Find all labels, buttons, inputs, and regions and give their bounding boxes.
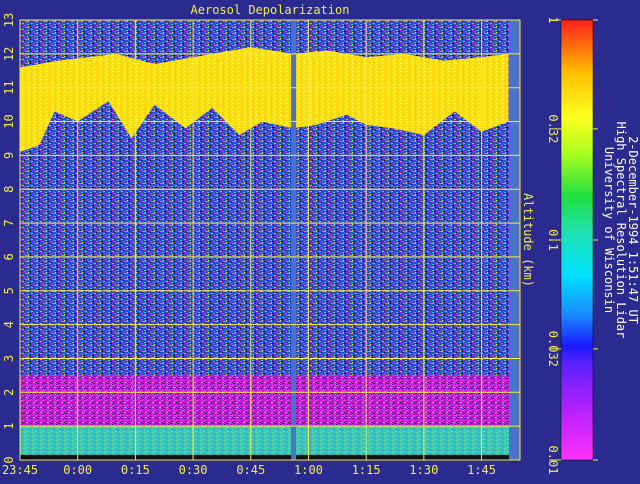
end-of-data-band	[509, 20, 520, 460]
x-tick-label: 23:45	[2, 463, 38, 477]
colorbar-ramp	[560, 19, 594, 461]
y-tick-label: 6	[2, 253, 16, 260]
colorbar-tick-label: 0.1	[546, 229, 560, 251]
x-tick-label: 1:15	[352, 463, 381, 477]
lidar-plot-window: 23:45 0:00 0:15 0:30 0:45 1:00 1:15 1:30 1:45 0 1…	[0, 0, 640, 480]
y-tick-label: 13	[2, 13, 16, 27]
y-axis: 012345678910111213	[2, 13, 16, 464]
x-tick-label: 0:15	[121, 463, 150, 477]
layer-mid-clear-air	[20, 155, 520, 376]
institution-label: University of Wisconsin	[602, 147, 616, 313]
y-tick-label: 11	[2, 80, 16, 94]
layer-near-surface	[20, 426, 520, 455]
y-tick-label: 12	[2, 47, 16, 61]
ground-strip	[20, 454, 520, 460]
y-tick-label: 4	[2, 321, 16, 328]
depolarization-chart: 23:45 0:00 0:15 0:30 0:45 1:00 1:15 1:30 1:45 0 1…	[2, 3, 640, 477]
y-tick-label: 10	[2, 114, 16, 128]
y-tick-label: 5	[2, 287, 16, 294]
x-tick-label: 0:00	[63, 463, 92, 477]
y-tick-label: 0	[2, 456, 16, 463]
x-tick-label: 1:00	[294, 463, 323, 477]
colorbar-tick-label: 0.01	[546, 446, 560, 475]
gap-band	[291, 20, 297, 460]
y-axis-label: Altitude (km)	[521, 193, 535, 287]
layer-low-clear-air	[20, 375, 520, 427]
x-axis: 23:45 0:00 0:15 0:30 0:45 1:00 1:15 1:30 1:45	[2, 463, 496, 477]
y-tick-label: 1	[2, 423, 16, 430]
depolarization-field	[20, 20, 520, 460]
y-tick-label: 9	[2, 152, 16, 159]
timestamp-label: 2-December-1994 1:51:47 UT	[626, 136, 640, 324]
chart-title: Aerosol Depolarization	[191, 3, 350, 17]
colorbar-tick-label: 0.32	[546, 114, 560, 143]
y-tick-label: 7	[2, 219, 16, 226]
x-tick-label: 1:30	[409, 463, 438, 477]
x-tick-label: 0:45	[236, 463, 265, 477]
x-tick-label: 0:30	[179, 463, 208, 477]
instrument-label: High Spectral Resolution Lidar	[614, 122, 628, 339]
y-tick-label: 3	[2, 355, 16, 362]
x-tick-label: 1:45	[467, 463, 496, 477]
colorbar-tick-label: 0.032	[546, 331, 560, 367]
layer-upper-clear-air	[20, 20, 520, 54]
y-tick-label: 2	[2, 389, 16, 396]
y-tick-label: 8	[2, 186, 16, 193]
colorbar-tick-label: 1	[546, 16, 560, 23]
